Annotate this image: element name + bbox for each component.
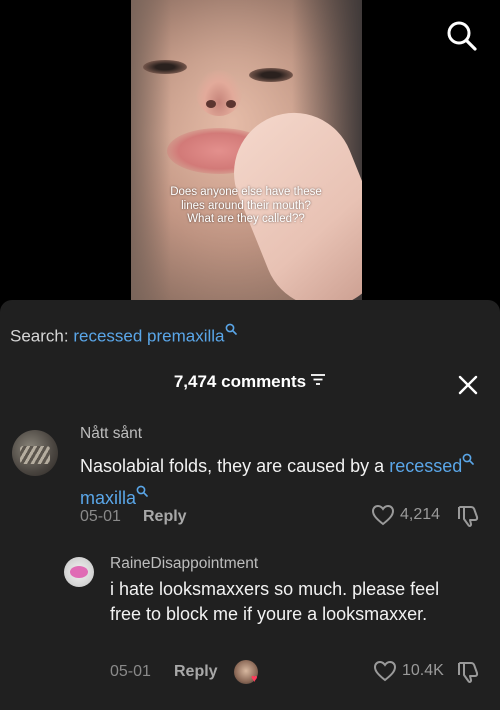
nose [196,70,242,116]
reply-button[interactable]: Reply [174,663,218,681]
search-icon [462,447,475,472]
comment-username[interactable]: RaineDisappointment [110,555,258,573]
right-eye [249,68,293,82]
nostril [206,100,216,108]
video-thumbnail[interactable]: Does anyone else have these lines around… [131,0,362,300]
search-icon [225,320,237,340]
comment-date: 05-01 [80,508,121,525]
thumbs-down-icon[interactable] [456,503,482,529]
close-icon[interactable] [456,373,480,397]
comment-date: 05-01 [110,663,151,680]
reply-button[interactable]: Reply [143,508,187,526]
comment-text: i hate looksmaxxers so much. please feel… [110,579,440,624]
comment-search-link[interactable]: maxilla [80,485,148,508]
avatar[interactable] [64,557,94,587]
comments-header: 7,474 comments [0,372,500,392]
comment-search-link[interactable]: recessed [389,453,475,476]
thumbs-down-icon[interactable] [456,659,482,685]
like-button[interactable]: 4,214 [371,504,440,526]
comment-username[interactable]: Nått sånt [80,425,142,443]
left-eye [143,60,187,74]
comments-panel: Search: recessed premaxilla 7,474 commen… [0,300,500,710]
nostril [226,100,236,108]
hair-left [131,0,171,300]
filter-icon[interactable] [310,371,326,391]
heart-outline-icon [371,504,395,526]
like-button[interactable]: 10.4K [373,660,444,682]
search-term-link[interactable]: recessed premaxilla [73,327,224,346]
like-count: 10.4K [402,662,444,679]
comment-text: Nasolabial folds, they are caused by a r… [80,447,480,511]
heart-outline-icon [373,660,397,682]
search-icon[interactable] [444,18,480,54]
search-label: Search: [10,326,69,346]
search-icon [136,479,148,504]
video-area: Does anyone else have these lines around… [0,0,500,300]
search-suggestion[interactable]: Search: recessed premaxilla [10,320,237,347]
comment-text-plain: Nasolabial folds, they are caused by a [80,456,385,476]
heart-icon: ♥ [251,673,258,685]
video-caption: Does anyone else have these lines around… [170,186,322,225]
avatar[interactable] [12,430,58,476]
comments-count: 7,474 comments [173,372,307,391]
like-count: 4,214 [400,506,441,523]
